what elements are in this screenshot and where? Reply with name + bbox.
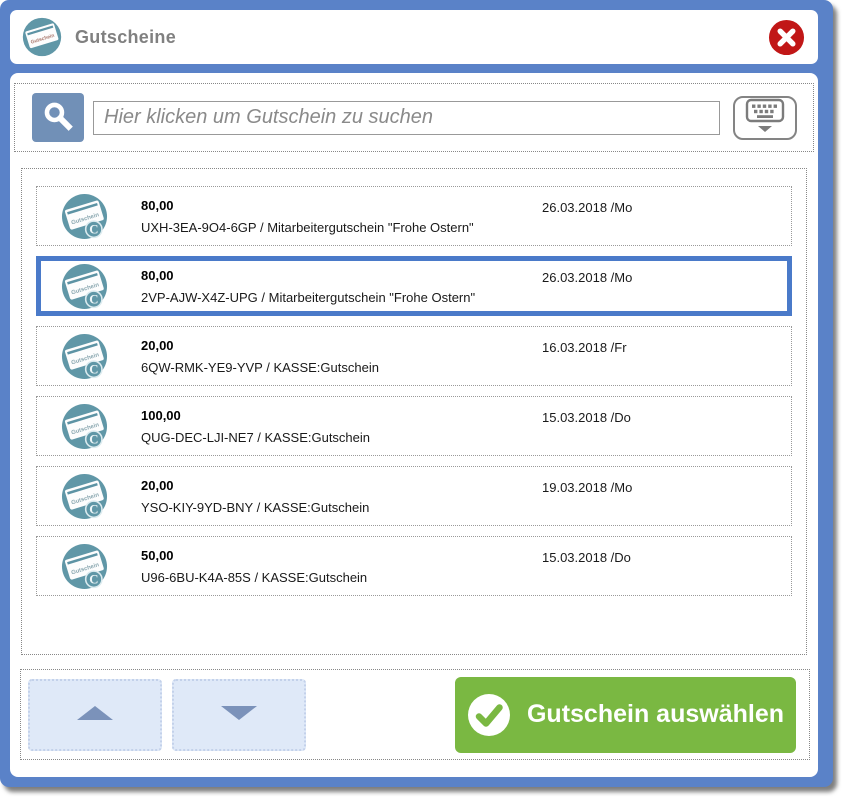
svg-text:C: C [89,572,98,586]
voucher-row[interactable]: Gutschein C 80,00 UXH-3EA-9O4-6GP / Mita… [36,186,792,246]
titlebar: Gutschein Gutscheine [10,10,818,64]
voucher-coin-icon: Gutschein C [61,543,108,590]
scroll-down-button[interactable] [172,679,306,751]
voucher-coin-icon: Gutschein C [61,403,108,450]
svg-text:C: C [89,502,98,516]
voucher-date: 15.03.2018 /Do [542,410,631,425]
voucher-date: 16.03.2018 /Fr [542,340,627,355]
voucher-text: 20,00 YSO-KIY-9YD-BNY / KASSE:Gutschein [141,478,369,515]
magnifier-icon [41,99,75,136]
voucher-date: 15.03.2018 /Do [542,550,631,565]
voucher-text: 20,00 6QW-RMK-YE9-YVP / KASSE:Gutschein [141,338,379,375]
svg-text:C: C [89,362,98,376]
search-button[interactable] [32,93,84,142]
select-voucher-label: Gutschein auswählen [527,700,784,729]
arrow-up-icon [77,706,113,723]
voucher-row[interactable]: Gutschein C 80,00 2VP-AJW-X4Z-UPG / Mita… [36,256,792,316]
voucher-row[interactable]: Gutschein C 20,00 6QW-RMK-YE9-YVP / KASS… [36,326,792,386]
voucher-text: 80,00 UXH-3EA-9O4-6GP / Mitarbeitergutsc… [141,198,474,235]
voucher-code: 6QW-RMK-YE9-YVP / KASSE:Gutschein [141,360,379,375]
voucher-code: UXH-3EA-9O4-6GP / Mitarbeitergutschein "… [141,220,474,235]
keyboard-icon [743,98,787,137]
search-input[interactable] [93,101,720,135]
voucher-amount: 20,00 [141,338,379,353]
search-area [14,83,814,152]
voucher-code: U96-6BU-K4A-85S / KASSE:Gutschein [141,570,367,585]
voucher-date: 19.03.2018 /Mo [542,480,632,495]
keyboard-button[interactable] [733,96,797,140]
voucher-text: 50,00 U96-6BU-K4A-85S / KASSE:Gutschein [141,548,367,585]
voucher-code: YSO-KIY-9YD-BNY / KASSE:Gutschein [141,500,369,515]
svg-text:C: C [89,432,98,446]
scroll-up-button[interactable] [28,679,162,751]
voucher-amount: 80,00 [141,198,474,213]
voucher-code: QUG-DEC-LJI-NE7 / KASSE:Gutschein [141,430,370,445]
voucher-coin-icon: Gutschein C [61,333,108,380]
voucher-amount: 100,00 [141,408,370,423]
svg-text:C: C [89,222,98,236]
checkmark-icon [467,693,511,737]
voucher-amount: 80,00 [141,268,475,283]
voucher-coin-icon: Gutschein C [61,473,108,520]
main-panel: Gutschein C 80,00 UXH-3EA-9O4-6GP / Mita… [10,73,818,777]
svg-text:C: C [89,292,98,306]
voucher-coin-icon: Gutschein C [61,193,108,240]
voucher-list: Gutschein C 80,00 UXH-3EA-9O4-6GP / Mita… [21,168,807,655]
page-title: Gutscheine [75,27,176,48]
voucher-date: 26.03.2018 /Mo [542,200,632,215]
voucher-date: 26.03.2018 /Mo [542,270,632,285]
voucher-icon: Gutschein [22,17,62,57]
voucher-row[interactable]: Gutschein C 50,00 U96-6BU-K4A-85S / KASS… [36,536,792,596]
voucher-row[interactable]: Gutschein C 20,00 YSO-KIY-9YD-BNY / KASS… [36,466,792,526]
close-icon [768,44,805,59]
gutscheine-dialog: Gutschein Gutscheine [0,0,833,787]
select-voucher-button[interactable]: Gutschein auswählen [455,677,796,753]
close-button[interactable] [768,19,805,56]
arrow-down-icon [221,706,257,723]
voucher-amount: 50,00 [141,548,367,563]
voucher-row[interactable]: Gutschein C 100,00 QUG-DEC-LJI-NE7 / KAS… [36,396,792,456]
voucher-amount: 20,00 [141,478,369,493]
bottom-bar: Gutschein auswählen [20,669,810,760]
voucher-text: 80,00 2VP-AJW-X4Z-UPG / Mitarbeitergutsc… [141,268,475,305]
voucher-text: 100,00 QUG-DEC-LJI-NE7 / KASSE:Gutschein [141,408,370,445]
voucher-code: 2VP-AJW-X4Z-UPG / Mitarbeitergutschein "… [141,290,475,305]
voucher-coin-icon: Gutschein C [61,263,108,310]
